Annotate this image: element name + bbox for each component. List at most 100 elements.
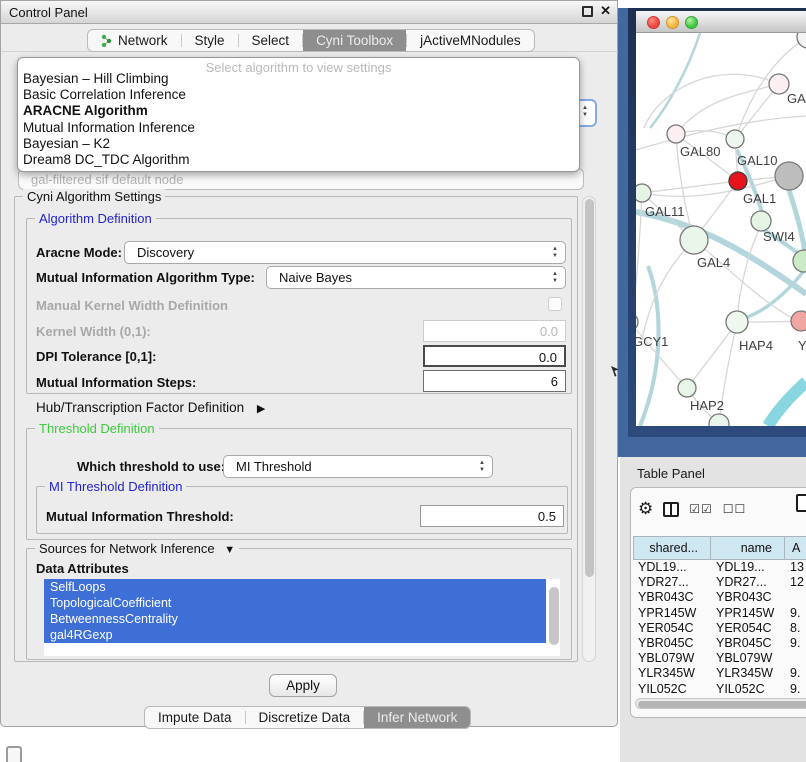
which-threshold-combo[interactable]: MI Threshold ▲▼ <box>223 455 493 478</box>
algorithm-option-bayesian-k2[interactable]: Bayesian – K2 <box>21 136 576 152</box>
hide-unchecked-columns-icon[interactable]: ☐☐ <box>723 502 747 516</box>
table-row[interactable]: YIL052CYIL052C9. <box>633 682 806 697</box>
node-hap4[interactable] <box>726 311 748 333</box>
attribute-item-gal4rgexp[interactable]: gal4RGexp <box>44 627 546 643</box>
data-attributes-list[interactable]: SelfLoopsTopologicalCoefficientBetweenne… <box>44 579 560 656</box>
dpi-tolerance-label: DPI Tolerance [0,1]: <box>36 349 156 364</box>
minimize-traffic-light[interactable] <box>666 16 679 29</box>
table-row[interactable]: YER054CYER054C8. <box>633 621 806 636</box>
algorithm-option-bayesian-hill-climbing[interactable]: Bayesian – Hill Climbing <box>21 71 576 87</box>
node-swi4[interactable] <box>751 211 771 231</box>
list-scrollbar-thumb[interactable] <box>549 587 559 645</box>
collapse-down-icon[interactable]: ▼ <box>224 544 235 556</box>
control-panel-titlebar[interactable]: Control Panel ✕ <box>1 1 617 24</box>
node-label: SWI4 <box>763 229 795 244</box>
algorithm-option-dream8-dc-tdc-algorithm[interactable]: Dream8 DC_TDC Algorithm <box>21 152 576 168</box>
tab-label: Style <box>195 33 225 48</box>
network-edge[interactable] <box>642 181 738 193</box>
table-row[interactable]: YDR27...YDR27...12 <box>633 575 806 590</box>
float-window-icon[interactable] <box>582 6 593 17</box>
attribute-item-betweennesscentrality[interactable]: BetweennessCentrality <box>44 611 546 627</box>
manual-kernel-checkbox[interactable] <box>548 297 562 311</box>
network-edge[interactable] <box>768 382 806 426</box>
mi-algorithm-type-combo[interactable]: Naive Bayes ▲▼ <box>266 266 566 289</box>
collapse-right-icon[interactable]: ▶ <box>257 403 265 415</box>
network-edge[interactable] <box>636 212 806 294</box>
zoom-traffic-light[interactable] <box>685 16 698 29</box>
table-row[interactable]: YBL079WYBL079W <box>633 651 806 666</box>
node-gal[interactable] <box>769 74 789 94</box>
manual-kernel-label: Manual Kernel Width Definition <box>36 298 228 313</box>
tab-jactivemnodules[interactable]: jActiveMNodules <box>407 30 534 51</box>
cyni-bottom-tabbar: Impute DataDiscretize DataInfer Network <box>144 706 471 729</box>
show-checked-columns-icon[interactable]: ☑☑ <box>689 502 713 516</box>
column-header-shared[interactable]: shared... <box>633 536 711 560</box>
tab-impute-data[interactable]: Impute Data <box>145 707 245 728</box>
attribute-item-selfloops[interactable]: SelfLoops <box>44 579 546 595</box>
group-title[interactable]: Sources for Network Inference ▼ <box>35 541 239 556</box>
table-horizontal-scrollbar[interactable] <box>635 698 806 709</box>
tab-cyni-toolbox[interactable]: Cyni Toolbox <box>303 30 406 51</box>
combo-stepper-icon: ▲▼ <box>582 105 588 119</box>
node-gal1[interactable] <box>729 172 747 190</box>
node-gal10[interactable] <box>726 130 744 148</box>
tab-discretize-data[interactable]: Discretize Data <box>246 707 364 728</box>
mouse-cursor <box>611 366 621 377</box>
network-edge[interactable] <box>642 240 694 340</box>
group-title: Algorithm Definition <box>35 211 156 226</box>
aracne-mode-combo[interactable]: Discovery ▲▼ <box>124 241 566 264</box>
document-icon[interactable] <box>796 494 806 512</box>
network-edge[interactable] <box>644 74 779 128</box>
mi-threshold-field[interactable]: 0.5 <box>420 505 564 527</box>
node-gcy1[interactable] <box>636 313 638 331</box>
node-gal4[interactable] <box>680 226 708 254</box>
network-canvas[interactable]: GALGAL80GAL10GAL1GAL11SWI4GAL4GCY1HAP4YH… <box>636 33 806 426</box>
network-node[interactable] <box>709 414 729 426</box>
network-edge[interactable] <box>650 33 700 128</box>
node-gal80[interactable] <box>667 125 685 143</box>
column-header-name[interactable]: name <box>711 536 785 560</box>
node-label: GAL80 <box>680 144 720 159</box>
node-gal11[interactable] <box>636 184 651 202</box>
mi-steps-field[interactable]: 6 <box>423 370 566 392</box>
table-cell: YDL19... <box>633 560 711 575</box>
table-cell: YBL079W <box>633 651 711 666</box>
network-view-window[interactable]: GALGAL80GAL10GAL1GAL11SWI4GAL4GCY1HAP4YH… <box>628 8 806 437</box>
apply-button[interactable]: Apply <box>269 674 337 697</box>
table-row[interactable]: YBR043CYBR043C <box>633 590 806 605</box>
table-row[interactable]: YDL19...YDL19...13 <box>633 560 806 575</box>
algorithm-option-aracne-algorithm[interactable]: ARACNE Algorithm <box>21 103 576 119</box>
table-row[interactable]: YLR345WYLR345W9. <box>633 666 806 681</box>
tab-network[interactable]: Network <box>88 30 181 51</box>
gear-icon[interactable]: ⚙ <box>638 500 653 518</box>
scrollbar-thumb[interactable] <box>638 701 806 708</box>
node-hap2[interactable] <box>678 379 696 397</box>
network-window-titlebar[interactable] <box>636 11 806 33</box>
network-edge[interactable] <box>737 228 760 322</box>
mi-steps-label: Mutual Information Steps: <box>36 375 196 390</box>
hub-definition-toggle[interactable]: Hub/Transcription Factor Definition ▶ <box>36 400 265 415</box>
algorithm-option-mutual-information-inference[interactable]: Mutual Information Inference <box>21 120 576 136</box>
network-node[interactable] <box>775 162 803 190</box>
table-row[interactable]: YBR045CYBR045C9. <box>633 636 806 651</box>
tab-select[interactable]: Select <box>239 30 303 51</box>
table-cell: 9. <box>785 636 806 651</box>
tab-infer-network[interactable]: Infer Network <box>364 707 470 728</box>
column-header-a[interactable]: A <box>785 536 806 560</box>
node-attribute-table[interactable]: shared...nameAYDL19...YDL19...13YDR27...… <box>633 536 806 697</box>
settings-vertical-scrollbar[interactable] <box>582 196 596 662</box>
tab-style[interactable]: Style <box>182 30 238 51</box>
scrollbar-thumb[interactable] <box>585 199 594 577</box>
dpi-tolerance-field[interactable]: 0.0 <box>423 345 566 367</box>
attribute-item-topologicalcoefficient[interactable]: TopologicalCoefficient <box>44 595 546 611</box>
close-panel-icon[interactable]: ✕ <box>600 3 611 19</box>
table-cell: YIL052C <box>633 682 711 697</box>
node-y[interactable] <box>791 311 806 331</box>
collapsed-panel-icon[interactable] <box>6 746 22 762</box>
network-node[interactable] <box>797 33 806 48</box>
columns-icon[interactable] <box>663 502 679 517</box>
table-row[interactable]: YPR145WYPR145W9. <box>633 606 806 621</box>
kernel-width-field[interactable]: 0.0 <box>423 320 566 342</box>
close-traffic-light[interactable] <box>647 16 660 29</box>
algorithm-option-basic-correlation-inference[interactable]: Basic Correlation Inference <box>21 87 576 103</box>
